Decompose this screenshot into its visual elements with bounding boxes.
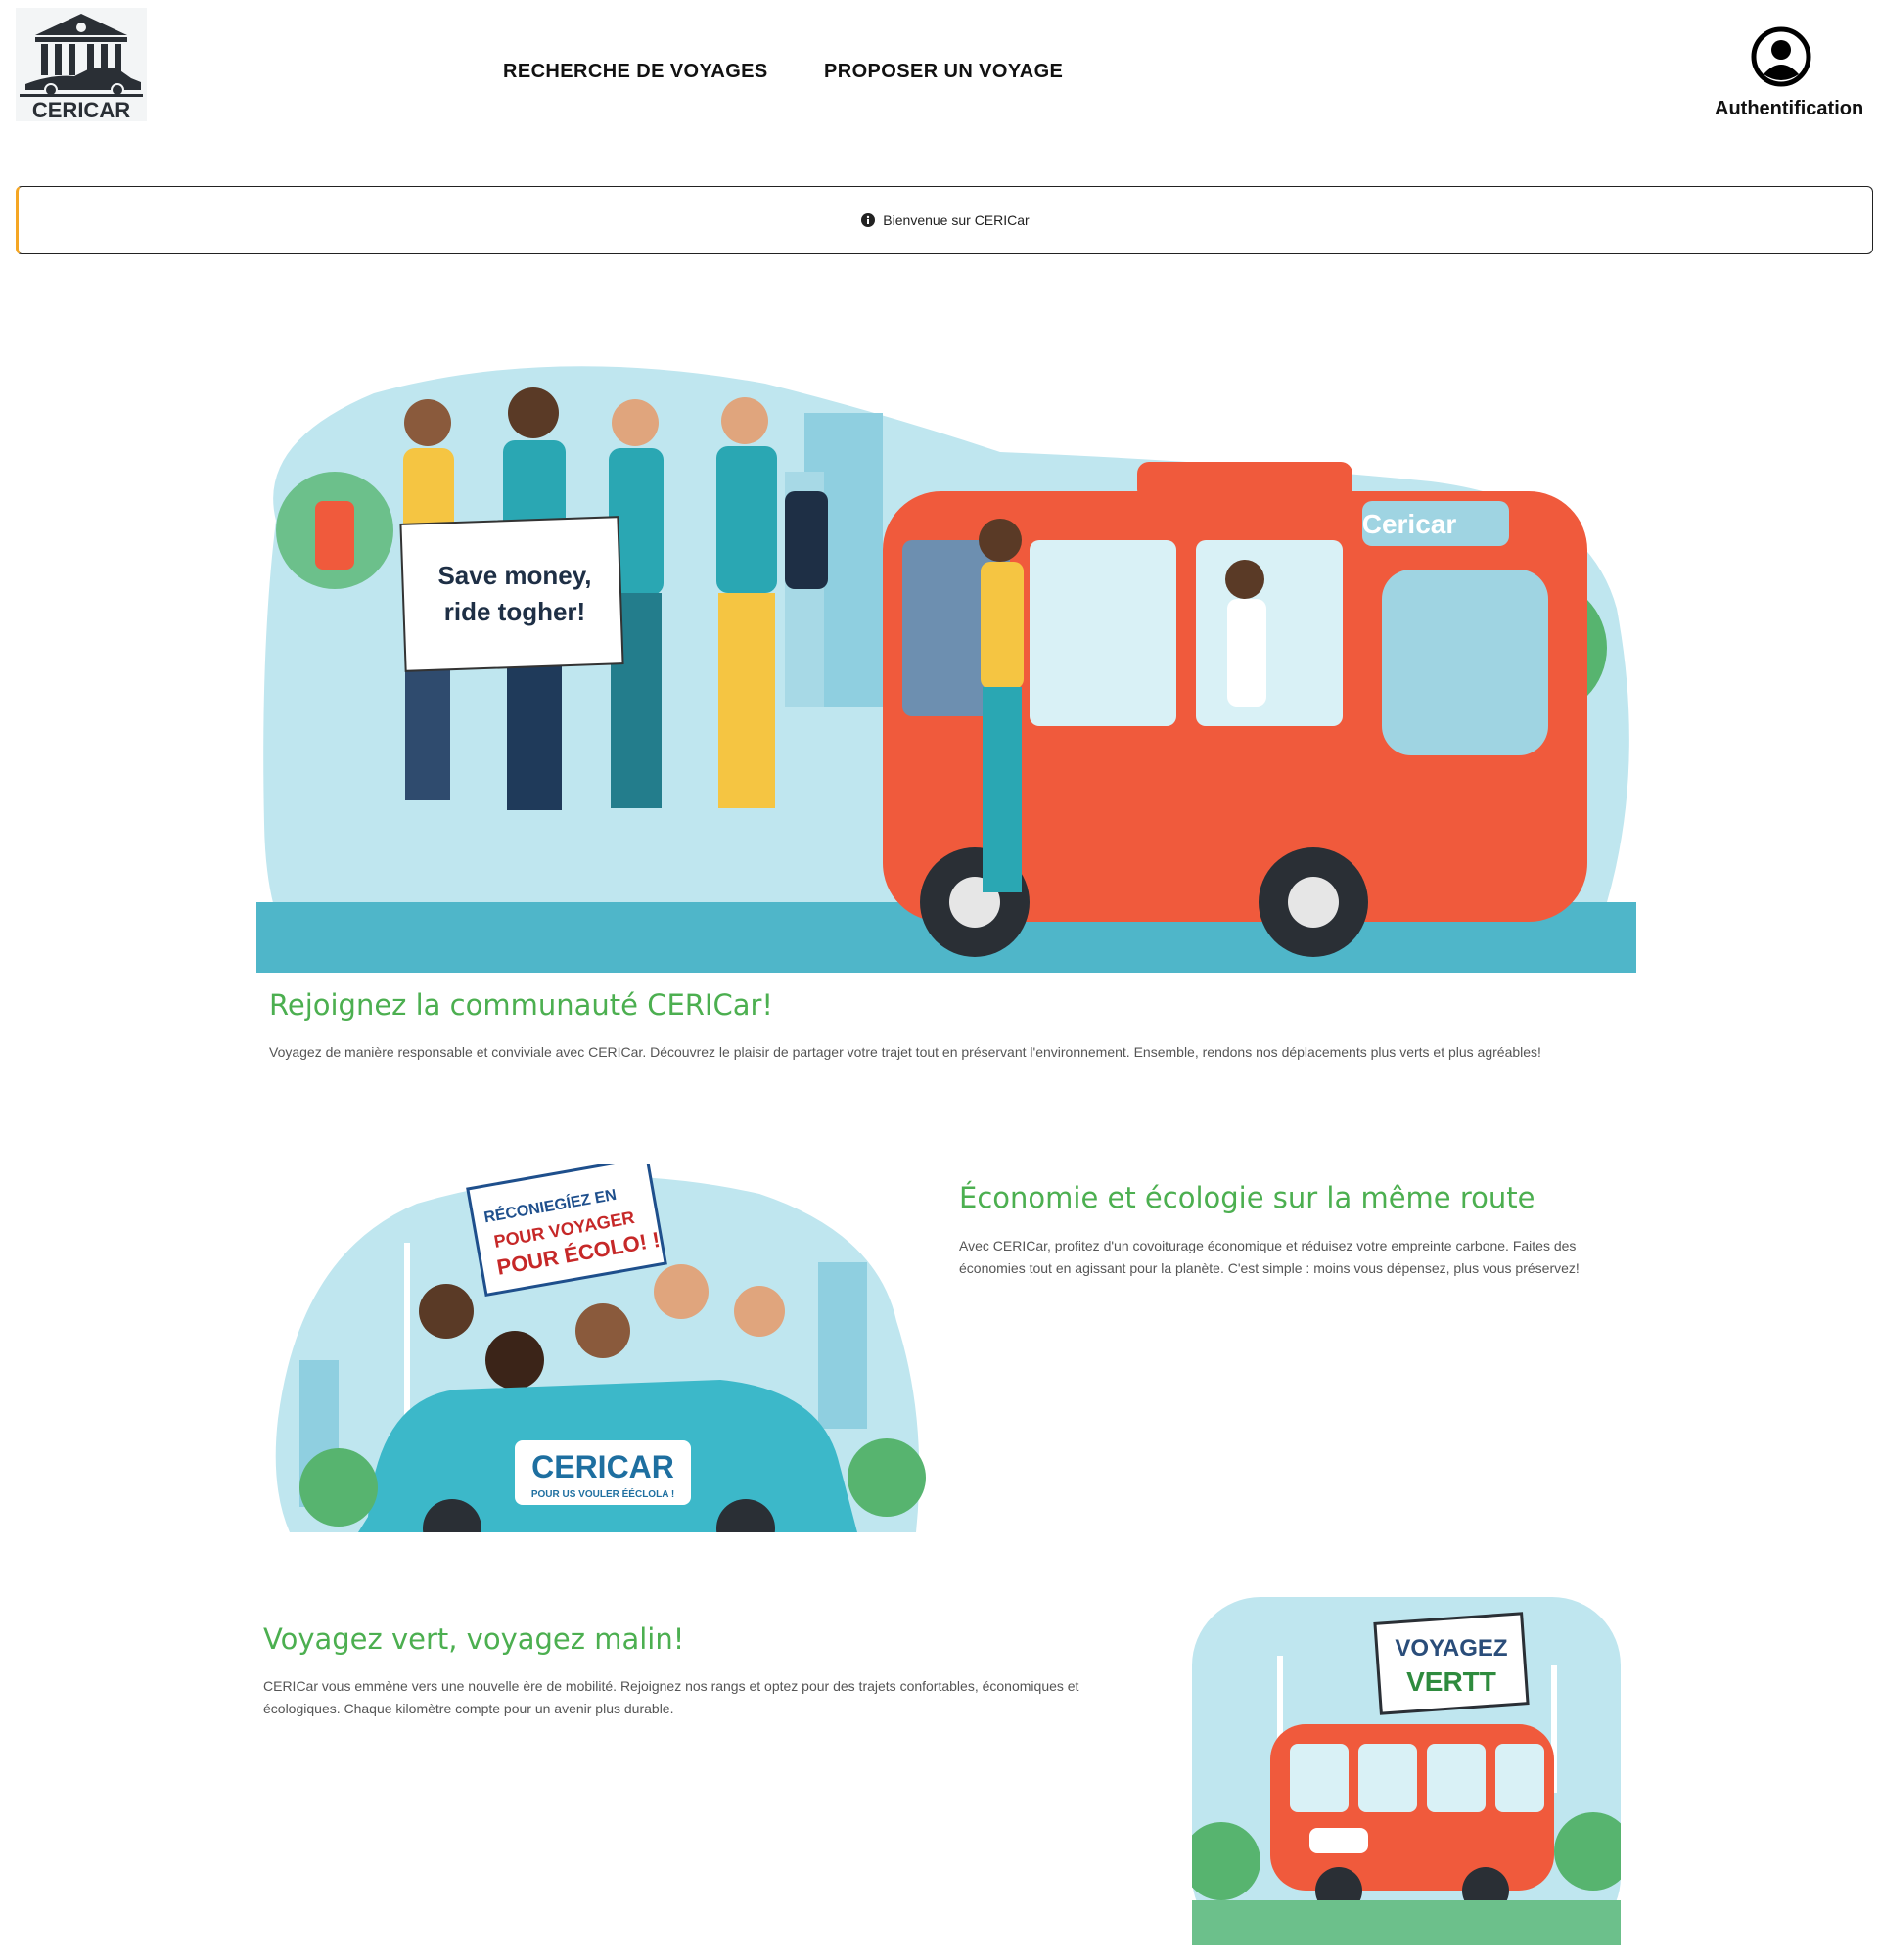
welcome-banner: Bienvenue sur CERICar (16, 186, 1873, 254)
hero-illustration: Save money, ride togher! Cericar (256, 366, 1636, 973)
info-icon (861, 213, 876, 227)
eco-text: Avec CERICar, profitez d'un covoiturage … (959, 1238, 1580, 1276)
hero-bus-label: Cericar (1362, 509, 1457, 539)
community-title: Rejoignez la communauté CERICar! (269, 988, 774, 1022)
vert-text: CERICar vous emmène vers une nouvelle èr… (263, 1678, 1079, 1716)
vert-title: Voyagez vert, voyagez malin! (263, 1622, 685, 1656)
eco-car-label: CERICAR (531, 1449, 674, 1484)
eco-car-sub: POUR US VOULER ÉÉCLOLA ! (531, 1487, 674, 1500)
user-icon (1751, 26, 1811, 87)
auth-button[interactable]: Authentification (1715, 25, 1871, 133)
community-text: Voyagez de manière responsable et conviv… (269, 1044, 1541, 1060)
nav-recherche-voyages[interactable]: RECHERCHE DE VOYAGES (503, 61, 768, 83)
banner-text: Bienvenue sur CERICar (883, 212, 1030, 228)
nav-proposer-voyage[interactable]: PROPOSER UN VOYAGE (824, 61, 1063, 83)
logo-graphic: CERICAR (16, 8, 147, 121)
logo[interactable]: CERICAR (16, 8, 147, 121)
eco-illustration: RÉCONIEGÍEZ EN POUR VOYAGER POUR ÉCOLO! … (275, 1164, 926, 1532)
logo-text: CERICAR (32, 98, 130, 121)
hero-sign-line-2: ride togher! (444, 597, 585, 626)
eco-image: RÉCONIEGÍEZ EN POUR VOYAGER POUR ÉCOLO! … (270, 1164, 928, 1532)
vert-image: VOYAGEZ VERTT (1192, 1597, 1621, 1945)
vert-sign-line-1: VOYAGEZ (1395, 1635, 1507, 1662)
hero-image: Save money, ride togher! Cericar (256, 354, 1636, 973)
vert-illustration: VOYAGEZ VERTT (1192, 1597, 1621, 1945)
vert-sign-line-2: VERTT (1406, 1666, 1496, 1697)
auth-label: Authentification (1715, 98, 1864, 119)
eco-title: Économie et écologie sur la même route (959, 1181, 1535, 1214)
hero-sign-line-1: Save money, (437, 561, 591, 590)
